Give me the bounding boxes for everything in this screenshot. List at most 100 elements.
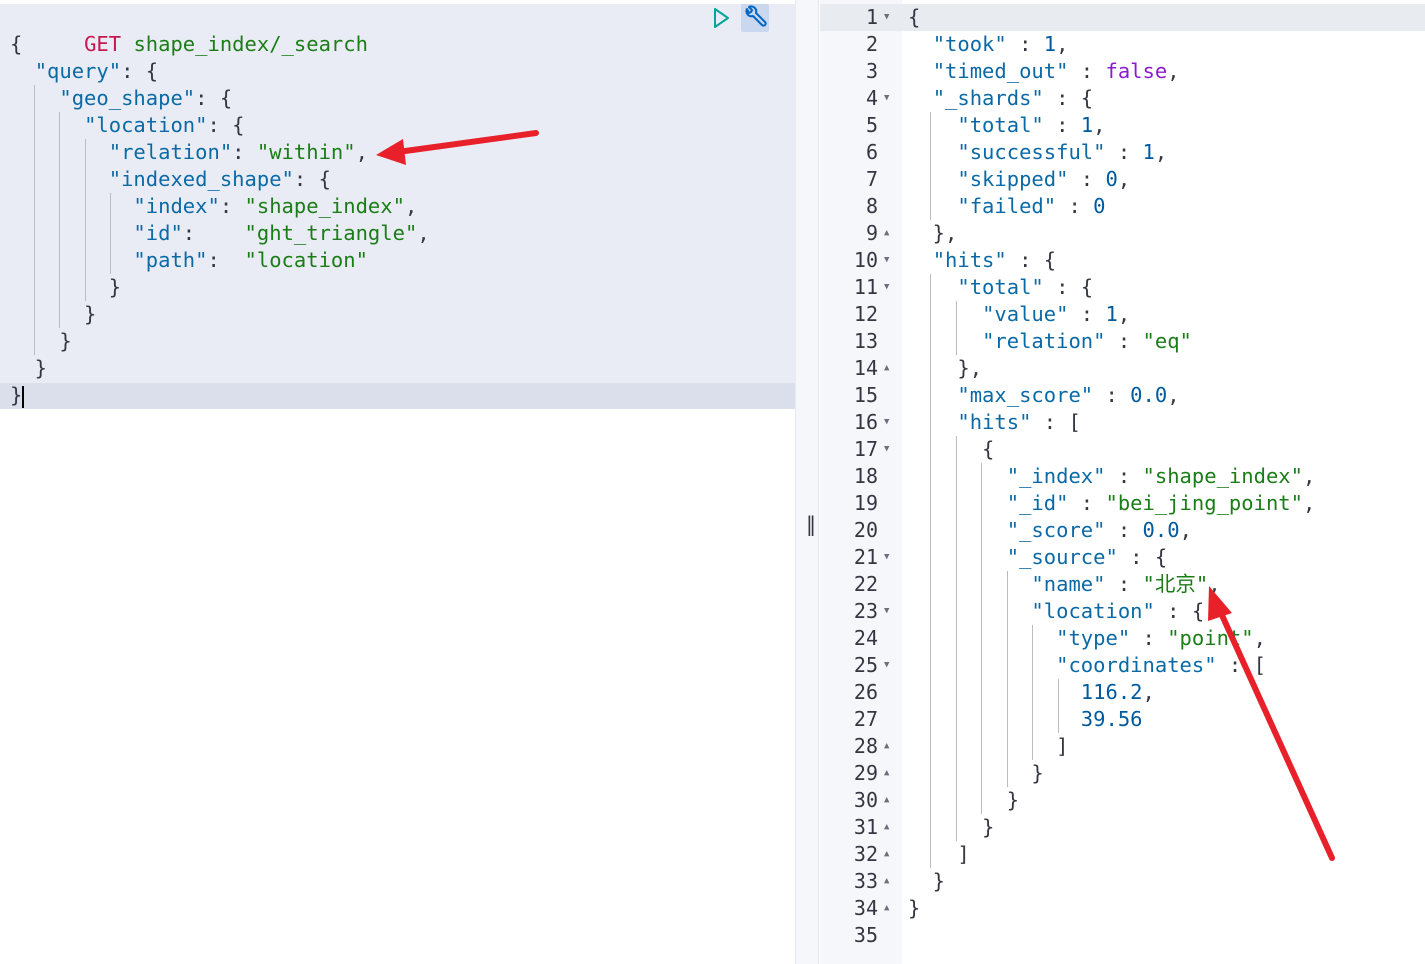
- code-token: :: [1130, 626, 1168, 650]
- fold-expand-icon[interactable]: ▲: [884, 895, 889, 922]
- fold-collapse-icon[interactable]: ▼: [884, 436, 889, 463]
- fold-expand-icon[interactable]: ▲: [884, 220, 889, 247]
- code-line[interactable]: "location": {: [10, 112, 244, 139]
- fold-expand-icon[interactable]: ▲: [884, 760, 889, 787]
- fold-collapse-icon[interactable]: ▼: [884, 85, 889, 112]
- code-token: ,: [1117, 167, 1131, 191]
- code-line[interactable]: {: [908, 436, 994, 463]
- fold-expand-icon[interactable]: ▲: [884, 355, 889, 382]
- code-line[interactable]: }: [10, 382, 22, 409]
- code-line[interactable]: }: [908, 895, 920, 922]
- code-line[interactable]: "id": "ght_triangle",: [10, 220, 429, 247]
- fold-expand-icon[interactable]: ▲: [884, 814, 889, 841]
- code-line[interactable]: "geo_shape": {: [10, 85, 232, 112]
- code-line[interactable]: "failed" : 0: [908, 193, 1105, 220]
- fold-collapse-icon[interactable]: ▼: [884, 274, 889, 301]
- code-line[interactable]: "timed_out" : false,: [908, 58, 1180, 85]
- fold-collapse-icon[interactable]: ▼: [884, 4, 889, 31]
- fold-collapse-icon[interactable]: ▼: [884, 652, 889, 679]
- code-line[interactable]: }: [10, 328, 71, 355]
- code-line[interactable]: "name" : "北京",: [908, 571, 1221, 598]
- line-number: 13: [853, 329, 878, 353]
- line-number: 9: [865, 221, 878, 245]
- code-line[interactable]: "coordinates" : [: [908, 652, 1266, 679]
- code-line[interactable]: "took" : 1,: [908, 31, 1069, 58]
- code-line[interactable]: "total" : 1,: [908, 112, 1105, 139]
- code-line[interactable]: {: [908, 4, 920, 31]
- code-token: false: [1105, 59, 1168, 83]
- code-token: "successful": [957, 140, 1106, 164]
- code-token: ]: [908, 842, 970, 866]
- indent-guide: [956, 436, 957, 841]
- fold-expand-icon[interactable]: ▲: [884, 787, 889, 814]
- code-token: "within": [256, 140, 356, 164]
- code-token: ,: [1117, 302, 1131, 326]
- code-line[interactable]: }: [10, 274, 121, 301]
- code-line[interactable]: }: [10, 355, 47, 382]
- wrench-icon[interactable]: [741, 4, 769, 32]
- fold-expand-icon[interactable]: ▲: [884, 868, 889, 895]
- code-line[interactable]: 39.56: [908, 706, 1143, 733]
- code-line[interactable]: "max_score" : 0.0,: [908, 382, 1179, 409]
- line-number: 22: [853, 572, 878, 596]
- code-token: ,: [1167, 59, 1180, 83]
- line-number: 19: [853, 491, 878, 515]
- fold-expand-icon[interactable]: ▲: [884, 841, 889, 868]
- code-token: : {: [1154, 599, 1205, 623]
- code-line[interactable]: "path": "location": [10, 247, 368, 274]
- code-token: :: [219, 194, 245, 218]
- code-line[interactable]: "hits" : [: [908, 409, 1080, 436]
- code-line[interactable]: }: [908, 868, 945, 895]
- code-token: ,: [1056, 32, 1069, 56]
- code-token: ,: [1208, 572, 1221, 596]
- request-editor-pane[interactable]: GET shape_index/_search { "query": { "ge…: [0, 0, 795, 964]
- code-token: "bei_jing_point": [1105, 491, 1303, 515]
- code-line[interactable]: "query": {: [10, 58, 158, 85]
- code-line[interactable]: },: [908, 220, 958, 247]
- code-line[interactable]: }: [908, 814, 994, 841]
- code-token: 1: [1142, 140, 1155, 164]
- code-token: ,: [1179, 518, 1192, 542]
- code-line[interactable]: "_source" : {: [908, 544, 1167, 571]
- code-line[interactable]: "_shards" : {: [908, 85, 1093, 112]
- request-line[interactable]: GET shape_index/_search: [10, 4, 368, 56]
- code-line[interactable]: "value" : 1,: [908, 301, 1130, 328]
- code-line[interactable]: "skipped" : 0,: [908, 166, 1130, 193]
- code-line[interactable]: "total" : {: [908, 274, 1093, 301]
- code-line[interactable]: "relation": "within",: [10, 139, 368, 166]
- pane-resizer[interactable]: [795, 0, 819, 964]
- code-line[interactable]: }: [908, 787, 1019, 814]
- code-line[interactable]: ]: [908, 733, 1068, 760]
- code-line[interactable]: }: [908, 760, 1043, 787]
- code-line[interactable]: "successful" : 1,: [908, 139, 1167, 166]
- fold-collapse-icon[interactable]: ▼: [884, 247, 889, 274]
- code-line[interactable]: "_index" : "shape_index",: [908, 463, 1316, 490]
- response-viewer-pane[interactable]: 1 ▼ 2 3 4 ▼ 5 6 7 8 9 ▲ 10 ▼ 11 ▼ 12 13 14 ▲ 15 16 ▼ 17 ▼ 18 19 20 2…: [820, 0, 1425, 964]
- code-line[interactable]: }: [10, 301, 96, 328]
- code-token: : {: [121, 59, 159, 83]
- code-line[interactable]: "type" : "point",: [908, 625, 1266, 652]
- indent-guide: [1058, 679, 1059, 733]
- code-line[interactable]: "index": "shape_index",: [10, 193, 417, 220]
- code-line[interactable]: "location" : {: [908, 598, 1204, 625]
- fold-expand-icon[interactable]: ▲: [884, 733, 889, 760]
- code-line[interactable]: ]: [908, 841, 970, 868]
- code-token: :: [1105, 140, 1143, 164]
- play-icon[interactable]: [709, 6, 733, 30]
- line-number: 26: [853, 680, 878, 704]
- fold-collapse-icon[interactable]: ▼: [884, 544, 889, 571]
- fold-collapse-icon[interactable]: ▼: [884, 409, 889, 436]
- code-line[interactable]: {: [10, 31, 22, 58]
- code-line[interactable]: "_score" : 0.0,: [908, 517, 1192, 544]
- line-number: 12: [853, 302, 878, 326]
- code-line[interactable]: "_id" : "bei_jing_point",: [908, 490, 1316, 517]
- fold-collapse-icon[interactable]: ▼: [884, 598, 889, 625]
- code-line[interactable]: "relation" : "eq": [908, 328, 1192, 355]
- code-line[interactable]: },: [908, 355, 982, 382]
- code-line[interactable]: "hits" : {: [908, 247, 1056, 274]
- resizer-handle-icon[interactable]: ‖: [806, 512, 816, 536]
